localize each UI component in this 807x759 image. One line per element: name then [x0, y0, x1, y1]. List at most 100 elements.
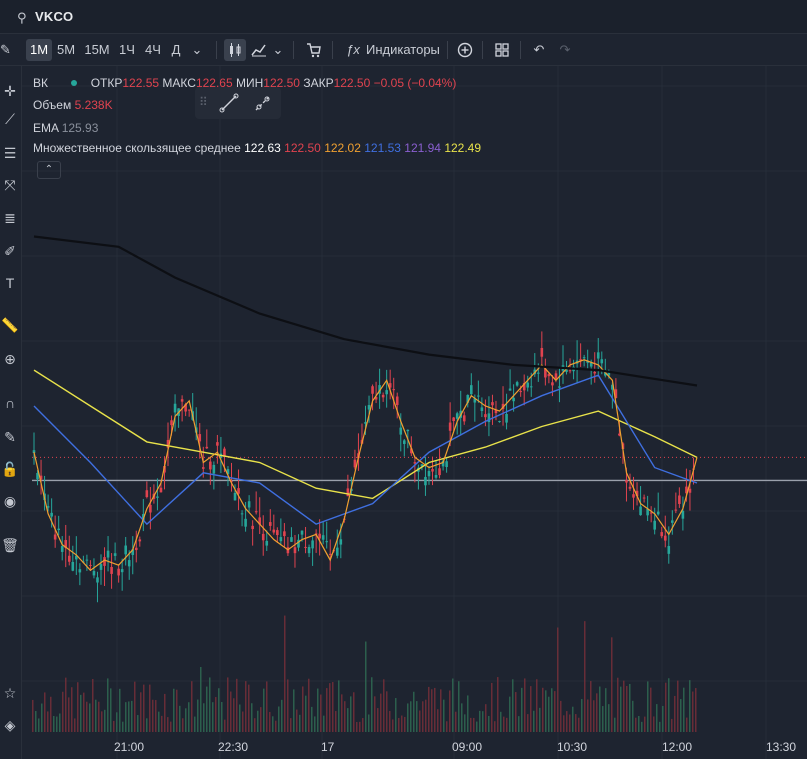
search-icon[interactable]: ⚲ — [17, 10, 27, 26]
indicators-button[interactable]: Индикаторы — [366, 39, 440, 61]
volume-bar — [164, 693, 166, 732]
undo-icon[interactable]: ↶ — [530, 39, 548, 61]
layers-icon[interactable]: ◈ — [1, 716, 19, 734]
chevron-down-icon[interactable]: ⌄ — [271, 39, 285, 61]
volume-bar — [98, 701, 100, 732]
lock-drawing-icon[interactable]: ✎ — [1, 428, 19, 446]
cart-icon[interactable] — [304, 39, 324, 61]
add-circle-icon[interactable] — [455, 39, 475, 61]
trend-line-icon[interactable]: ⟋ — [1, 110, 19, 128]
interval-4h-button[interactable]: 4Ч — [142, 39, 164, 61]
candle-body — [268, 522, 272, 526]
volume-bar — [518, 716, 520, 732]
volume-bar — [68, 697, 70, 732]
price-chart[interactable] — [22, 66, 807, 759]
chevron-down-icon[interactable]: ⌄ — [190, 39, 204, 61]
mma-legend: Множественное скользящее среднее 122.63 … — [33, 141, 481, 155]
candle-body — [445, 461, 448, 468]
interval-1m-button[interactable]: 1M — [26, 39, 52, 61]
interval-day-button[interactable]: Д — [170, 39, 182, 61]
candle-body — [399, 427, 403, 435]
ema-line — [33, 235, 698, 387]
crosshair-icon[interactable]: ✛ — [1, 82, 19, 100]
ticker-symbol[interactable]: VKCO — [35, 9, 73, 24]
candle-body — [540, 347, 544, 357]
volume-bar — [446, 721, 448, 732]
volume-bar — [590, 681, 592, 732]
candle-body — [438, 468, 441, 476]
x-tick-label: 17 — [321, 740, 335, 754]
candle-body — [149, 504, 152, 513]
volume-bar — [317, 688, 319, 732]
ray-tool-icon[interactable] — [253, 93, 273, 113]
volume-bar — [557, 627, 559, 732]
interval-1h-button[interactable]: 1Ч — [117, 39, 137, 61]
volume-bar — [443, 699, 445, 732]
volume-bar — [245, 681, 247, 732]
open-label: ОТКР — [90, 76, 123, 90]
trash-icon[interactable]: 🗑 — [1, 536, 19, 554]
candle-body — [300, 530, 304, 535]
chart-type-icon[interactable] — [249, 39, 269, 61]
volume-bar — [104, 709, 106, 732]
volume-bar — [338, 680, 340, 732]
volume-bar — [347, 708, 349, 732]
redo-icon[interactable]: ↷ — [556, 39, 574, 61]
zoom-icon[interactable]: ⊕ — [1, 350, 19, 368]
star-icon[interactable]: ☆ — [1, 684, 19, 702]
ema-legend: EMA 125.93 — [33, 121, 98, 135]
candles-icon[interactable] — [224, 39, 246, 61]
candle-body — [57, 528, 60, 531]
layout-grid-icon[interactable] — [492, 39, 512, 61]
candle-body — [681, 510, 685, 519]
volume-bar — [59, 713, 61, 732]
fib-icon[interactable]: ≣ — [1, 209, 19, 227]
collapse-legend-button[interactable]: ⌃ — [37, 161, 61, 179]
text-icon[interactable]: T — [1, 274, 19, 292]
drag-handle-icon[interactable]: ⠿ — [199, 95, 208, 109]
pencil-icon[interactable]: ✎ — [0, 39, 11, 61]
volume-bar — [569, 714, 571, 732]
candle-body — [596, 352, 600, 359]
pattern-icon[interactable]: ⤧ — [1, 176, 19, 194]
volume-bar — [548, 696, 550, 732]
candle-body — [667, 546, 671, 554]
candle-body — [395, 396, 399, 406]
volume-bar — [662, 705, 664, 732]
volume-bar — [167, 717, 169, 732]
magnet-icon[interactable]: ∩ — [1, 394, 19, 412]
volume-bar — [506, 717, 508, 732]
volume-label: Объем — [33, 98, 72, 112]
candle-body — [519, 391, 522, 393]
volume-bar — [401, 715, 403, 732]
volume-bar — [482, 711, 484, 732]
separator — [293, 41, 294, 59]
volume-bar — [419, 710, 421, 732]
candle-body — [653, 520, 656, 530]
candle-body — [67, 555, 71, 562]
separator — [216, 41, 217, 59]
volume-bar — [614, 717, 616, 732]
volume-bar — [296, 709, 298, 732]
interval-5m-button[interactable]: 5M — [56, 39, 76, 61]
horizontal-lines-icon[interactable]: ☰ — [1, 144, 19, 162]
volume-bar — [128, 701, 130, 732]
line-tool-icon[interactable] — [219, 93, 239, 113]
candle-body — [674, 509, 678, 511]
volume-bar — [536, 679, 538, 732]
x-tick-label: 10:30 — [557, 740, 588, 754]
lock-icon[interactable]: 🔓 — [1, 460, 19, 478]
volume-bar — [215, 697, 217, 732]
volume-bar — [161, 715, 163, 732]
volume-bar — [455, 711, 457, 732]
volume-bar — [149, 684, 151, 732]
candle-body — [600, 359, 604, 364]
volume-bar — [632, 700, 634, 732]
interval-15m-button[interactable]: 15M — [83, 39, 111, 61]
function-icon[interactable]: ƒx — [344, 39, 362, 61]
brush-icon[interactable]: ✐ — [1, 242, 19, 260]
volume-bar — [575, 714, 577, 732]
eye-icon[interactable]: ◉ — [1, 492, 19, 510]
ruler-icon[interactable]: 📏 — [1, 316, 19, 334]
candle-body — [431, 469, 434, 472]
